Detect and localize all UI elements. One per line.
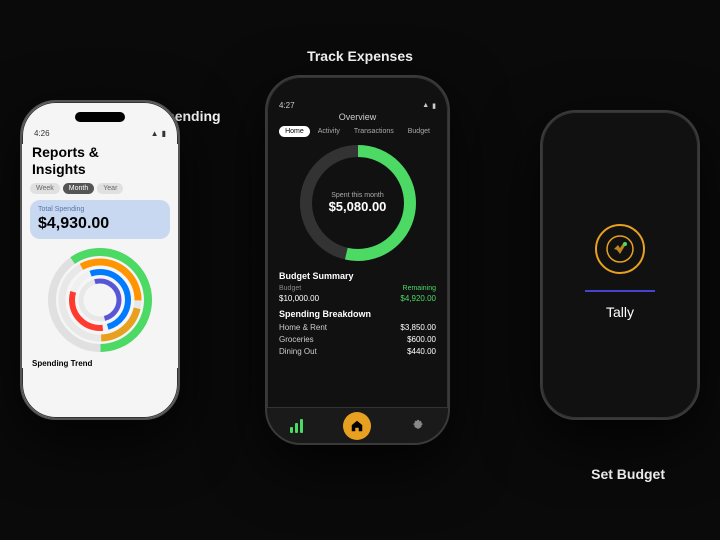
period-tabs: Week Month Year [30, 183, 170, 194]
status-icons-left: ▲ ▮ [151, 129, 166, 138]
right-phone-content: Tally [542, 134, 698, 420]
tab-activity[interactable]: Activity [312, 126, 346, 137]
phone-island-right [595, 120, 645, 130]
budget-summary-title: Budget Summary [279, 271, 436, 281]
status-icons-middle: ▲ ▮ [422, 102, 436, 110]
breakdown-row-2: Dining Out $440.00 [279, 347, 436, 356]
phone-right: Tally [540, 110, 700, 420]
circle-gauge: Spent this month $5,080.00 [267, 143, 448, 263]
time-left: 4:26 [34, 129, 50, 138]
breakdown-title: Spending Breakdown [279, 309, 436, 319]
wifi-icon-middle: ▲ [422, 102, 429, 109]
breakdown-amt-0: $3,850.00 [400, 323, 436, 332]
phone-middle: 4:27 ▲ ▮ Overview Home Activity Transact… [265, 75, 450, 445]
tab-month[interactable]: Month [63, 183, 94, 194]
tab-home[interactable]: Home [279, 126, 310, 137]
battery-icon-middle: ▮ [432, 102, 436, 110]
donut-svg [45, 245, 155, 355]
tab-year[interactable]: Year [97, 183, 123, 194]
status-bar-middle: 4:27 ▲ ▮ [267, 99, 448, 112]
breakdown-amt-1: $600.00 [407, 335, 436, 344]
overview-title: Overview [267, 112, 448, 122]
gauge-amount: $5,080.00 [329, 199, 387, 214]
nav-chart-icon[interactable] [283, 412, 311, 440]
spending-amount: $4,930.00 [38, 215, 162, 233]
gauge-text: Spent this month $5,080.00 [329, 192, 387, 214]
spending-label: Total Spending [38, 206, 162, 213]
spending-trend-label: Spending Trend [30, 359, 170, 368]
tab-budget[interactable]: Budget [402, 126, 436, 137]
time-middle: 4:27 [279, 101, 295, 110]
budget-summary: Budget Summary Budget Remaining $10,000.… [267, 271, 448, 356]
donut-chart [30, 245, 170, 355]
nav-home-icon[interactable] [343, 412, 371, 440]
tally-divider [585, 290, 655, 292]
breakdown-cat-0: Home & Rent [279, 323, 327, 332]
set-budget-label: Set Budget [591, 466, 665, 482]
nav-gear-icon[interactable] [404, 412, 432, 440]
bottom-nav [267, 407, 448, 443]
wifi-icon: ▲ [151, 129, 159, 138]
tab-week[interactable]: Week [30, 183, 60, 194]
battery-icon: ▮ [162, 129, 166, 138]
budget-key: Budget [279, 285, 301, 292]
phone-left: 4:26 ▲ ▮ Reports &Insights Week Month Ye… [20, 100, 180, 420]
tab-transactions[interactable]: Transactions [348, 126, 400, 137]
spending-card: Total Spending $4,930.00 [30, 200, 170, 239]
breakdown-amt-2: $440.00 [407, 347, 436, 356]
remaining-key: Remaining [403, 285, 436, 292]
budget-amount-row: $10,000.00 $4,920.00 [279, 294, 436, 303]
tally-name: Tally [606, 304, 634, 320]
middle-nav-tabs: Home Activity Transactions Budget [267, 126, 448, 137]
middle-phone-content: Overview Home Activity Transactions Budg… [267, 112, 448, 356]
breakdown-row-0: Home & Rent $3,850.00 [279, 323, 436, 332]
budget-header-row: Budget Remaining [279, 285, 436, 292]
gauge-label: Spent this month [329, 192, 387, 199]
budget-amount: $10,000.00 [279, 294, 319, 303]
breakdown-row-1: Groceries $600.00 [279, 335, 436, 344]
phone-island-middle [333, 85, 383, 95]
tally-logo-svg [605, 234, 635, 264]
status-bar-left: 4:26 ▲ ▮ [22, 127, 178, 140]
breakdown-cat-1: Groceries [279, 335, 314, 344]
remaining-amount: $4,920.00 [400, 294, 436, 303]
tally-logo [595, 224, 645, 274]
reports-title: Reports &Insights [32, 144, 170, 178]
left-phone-content: Reports &Insights Week Month Year Total … [22, 144, 178, 368]
breakdown-cat-2: Dining Out [279, 347, 317, 356]
track-expenses-label: Track Expenses [307, 48, 413, 64]
phone-island-left [75, 112, 125, 122]
